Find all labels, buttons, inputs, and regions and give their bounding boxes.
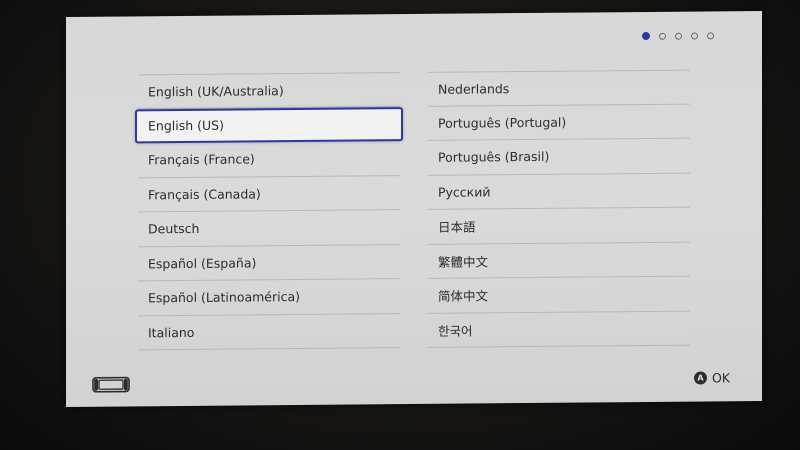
language-option-dutch[interactable]: Nederlands bbox=[428, 69, 690, 107]
language-option-french-canada[interactable]: Français (Canada) bbox=[138, 175, 400, 213]
handheld-console-icon bbox=[92, 376, 130, 393]
language-option-italian[interactable]: Italiano bbox=[138, 313, 400, 351]
page-indicator bbox=[642, 31, 714, 41]
language-option-german[interactable]: Deutsch bbox=[138, 210, 400, 247]
page-dot-3 bbox=[675, 32, 682, 40]
confirm-label: OK bbox=[711, 370, 730, 386]
language-option-traditional-chinese[interactable]: 繁體中文 bbox=[428, 242, 690, 279]
language-option-spanish-spain[interactable]: Español (España) bbox=[138, 244, 400, 282]
language-column-left: English (UK/Australia) English (US) Fran… bbox=[135, 72, 403, 351]
language-option-simplified-chinese[interactable]: 简体中文 bbox=[428, 276, 690, 314]
page-dot-2 bbox=[659, 32, 666, 40]
language-option-english-us[interactable]: English (US) bbox=[135, 106, 403, 144]
language-column-right: Nederlands Português (Portugal) Portuguê… bbox=[428, 69, 690, 348]
language-option-spanish-latam[interactable]: Español (Latinoamérica) bbox=[138, 279, 400, 316]
language-option-japanese[interactable]: 日本語 bbox=[428, 207, 690, 245]
language-select-screen: English (UK/Australia) English (US) Fran… bbox=[66, 10, 762, 408]
page-dot-5 bbox=[707, 31, 714, 39]
language-option-portuguese-portugal[interactable]: Português (Portugal) bbox=[428, 104, 690, 141]
language-option-russian[interactable]: Русский bbox=[428, 173, 690, 210]
language-option-korean[interactable]: 한국어 bbox=[428, 311, 690, 348]
confirm-ok-button[interactable]: A OK bbox=[693, 370, 730, 386]
page-dot-4 bbox=[691, 32, 698, 40]
language-option-english-uk[interactable]: English (UK/Australia) bbox=[138, 72, 400, 109]
a-button-icon: A bbox=[693, 371, 707, 385]
language-option-portuguese-brazil[interactable]: Português (Brasil) bbox=[428, 138, 690, 176]
language-option-french-france[interactable]: Français (France) bbox=[138, 141, 400, 178]
page-dot-1 bbox=[642, 31, 650, 41]
